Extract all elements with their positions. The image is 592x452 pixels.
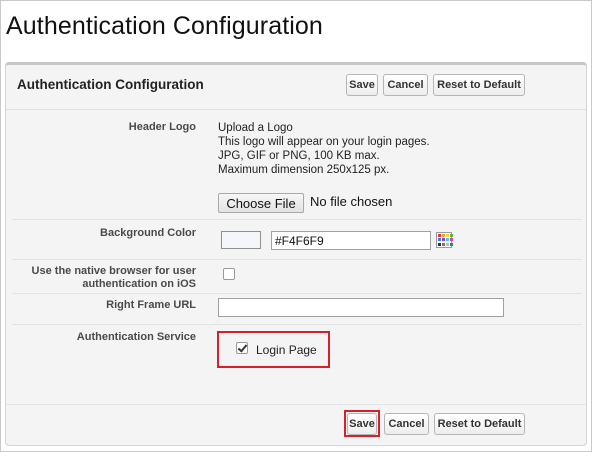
row-divider — [12, 293, 582, 294]
file-status-text: No file chosen — [310, 194, 393, 209]
row-divider — [12, 324, 582, 325]
native-browser-label-line1: Use the native browser for user — [31, 265, 196, 277]
choose-file-button[interactable]: Choose File — [218, 193, 304, 213]
cancel-button-top[interactable]: Cancel — [383, 74, 428, 96]
right-frame-url-label: Right Frame URL — [106, 299, 196, 311]
native-browser-checkbox[interactable] — [223, 268, 235, 280]
header-logo-label: Header Logo — [128, 121, 196, 133]
login-page-option-label: Login Page — [256, 343, 317, 357]
panel-title: Authentication Configuration — [17, 77, 204, 92]
page-title: Authentication Configuration — [6, 12, 323, 40]
logo-usage-note: This logo will appear on your login page… — [218, 136, 430, 148]
native-browser-label: Use the native browser for user authenti… — [32, 265, 196, 291]
native-browser-label-line2: authentication on iOS — [82, 278, 196, 290]
color-picker-grid-icon[interactable] — [436, 232, 453, 248]
upload-logo-heading: Upload a Logo — [218, 122, 293, 134]
logo-format-note: JPG, GIF or PNG, 100 KB max. — [218, 150, 380, 162]
auth-config-panel: Authentication Configuration Save Cancel… — [5, 62, 587, 446]
header-logo-instructions: Upload a Logo This logo will appear on y… — [218, 121, 430, 177]
right-frame-url-input[interactable] — [218, 298, 504, 317]
color-swatch[interactable] — [221, 231, 261, 249]
save-button-bottom[interactable]: Save — [347, 413, 377, 435]
footer-divider — [6, 404, 586, 405]
row-divider — [12, 219, 582, 220]
save-button-top[interactable]: Save — [346, 74, 378, 96]
background-color-input[interactable] — [271, 231, 431, 250]
row-divider — [12, 259, 582, 260]
reset-to-default-button-bottom[interactable]: Reset to Default — [434, 413, 525, 435]
logo-dimension-note: Maximum dimension 250x125 px. — [218, 164, 390, 176]
background-color-label: Background Color — [100, 227, 196, 239]
cancel-button-bottom[interactable]: Cancel — [384, 413, 429, 435]
panel-header: Authentication Configuration Save Cancel… — [6, 65, 586, 110]
authentication-service-label: Authentication Service — [76, 331, 196, 343]
reset-to-default-button-top[interactable]: Reset to Default — [433, 74, 525, 96]
login-page-checkbox[interactable] — [236, 342, 248, 354]
